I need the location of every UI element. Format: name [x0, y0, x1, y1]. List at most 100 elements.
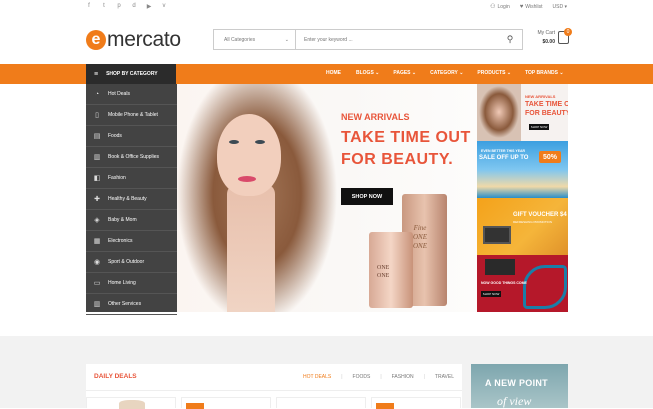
tab-hot-deals[interactable]: HOT DEALS: [303, 374, 331, 380]
sidebar-item-label: Book & Office Supplies: [108, 154, 160, 160]
currency-select[interactable]: USD ▾: [553, 4, 567, 10]
sidebar-item-other-services[interactable]: ▥ Other Services: [86, 294, 177, 315]
sidebar-item-hot-deals[interactable]: ◔ Hot Deals: [86, 84, 177, 105]
promo-headline: A NEW POINT: [485, 378, 548, 388]
deal-card[interactable]: [181, 397, 271, 409]
side-ad-headline: TAKE TIME OUT FOR BEAUTY.: [525, 101, 568, 117]
nav-item-label: PAGES: [393, 70, 411, 76]
logo[interactable]: e mercato: [86, 28, 181, 52]
chevron-down-icon: ⌄: [459, 70, 464, 76]
side-ad-sale[interactable]: EVEN BETTER THIS YEAR SALE OFF UP TO 50%: [477, 141, 568, 198]
promo-banner[interactable]: A NEW POINT of view: [471, 364, 568, 408]
side-ad-shoes[interactable]: NOW GOOD THINGS COME SHOP NOW: [477, 255, 568, 312]
tab-foods[interactable]: FOODS: [353, 374, 371, 380]
sidebar-item-label: Sport & Outdoor: [108, 259, 145, 265]
chevron-down-icon: ⌄: [375, 70, 380, 76]
hero-model-face: [217, 114, 281, 196]
nav-item-label: BLOGS: [356, 70, 374, 76]
nav-item-top-brands[interactable]: TOP BRANDS ⌄: [525, 70, 563, 76]
sidebar-item-books[interactable]: ▥ Book & Office Supplies: [86, 147, 177, 168]
sidebar-item-label: Baby & Mom: [108, 217, 137, 223]
chevron-down-icon: ⌄: [506, 70, 512, 76]
sidebar-item-electronics[interactable]: ▦ Electronics: [86, 231, 177, 252]
tag-icon: ◔: [94, 90, 100, 98]
search-button[interactable]: ⚲: [498, 30, 522, 49]
heart-icon: ♥: [519, 3, 524, 10]
twitter-icon[interactable]: t: [101, 3, 107, 10]
hero-shop-now-button[interactable]: SHOP NOW: [341, 188, 393, 205]
side-ad-headline: SALE OFF UP TO: [479, 155, 529, 161]
daily-deals-title: DAILY DEALS: [94, 373, 137, 380]
youtube-icon[interactable]: ▶: [146, 3, 152, 10]
mobile-icon: ▯: [95, 112, 99, 119]
top-bar: f t p d ▶ v ⚇ Login ♥ Wishlist USD ▾: [0, 0, 653, 14]
chevron-down-icon: ⌄: [411, 70, 417, 76]
login-link[interactable]: ⚇ Login: [490, 3, 510, 10]
side-ad-box-image: [485, 259, 515, 275]
facebook-icon[interactable]: f: [86, 3, 92, 10]
health-icon: ✚: [94, 196, 100, 203]
nav-item-label: CATEGORY: [430, 70, 458, 76]
fashion-icon: ◧: [93, 175, 101, 182]
wishlist-label: Wishlist: [525, 3, 543, 10]
sidebar-item-foods[interactable]: ▤ Foods: [86, 126, 177, 147]
nav-item-category[interactable]: CATEGORY ⌄: [430, 70, 463, 76]
sidebar-item-sport[interactable]: ◉ Sport & Outdoor: [86, 252, 177, 273]
cart-label: My Cart: [537, 30, 556, 36]
category-select-label: All Categories: [224, 36, 256, 43]
side-ad-beauty[interactable]: NEW ARRIVALS TAKE TIME OUT FOR BEAUTY. S…: [477, 84, 568, 141]
pinterest-icon[interactable]: p: [116, 3, 122, 10]
cart[interactable]: My Cart $0.00 0: [527, 28, 572, 52]
nav-item-pages[interactable]: PAGES ⌄: [393, 70, 416, 76]
deal-badge: [186, 403, 204, 409]
search-input[interactable]: [296, 30, 498, 49]
hero-model-eye: [255, 140, 265, 144]
side-ad-computer-image: [483, 226, 511, 244]
chevron-down-icon: ⌄: [284, 36, 289, 43]
tab-separator: |: [341, 374, 343, 380]
side-ad-discount: 50%: [539, 151, 561, 163]
sidebar-item-label: Mobile Phone & Tablet: [108, 112, 158, 118]
vimeo-icon[interactable]: v: [161, 3, 167, 10]
tab-fashion[interactable]: FASHION: [392, 374, 414, 380]
category-sidebar: ◔ Hot Deals ▯ Mobile Phone & Tablet ▤ Foods…: [86, 84, 177, 315]
login-label: Login: [497, 4, 510, 10]
deal-card[interactable]: [371, 397, 461, 409]
tab-travel[interactable]: TRAVEL: [435, 374, 454, 380]
side-ad-headline: NOW GOOD THINGS COME: [481, 281, 527, 285]
side-ad-button[interactable]: SHOP NOW: [529, 124, 549, 130]
dribbble-icon[interactable]: d: [131, 3, 137, 10]
sidebar-item-mobile[interactable]: ▯ Mobile Phone & Tablet: [86, 105, 177, 126]
side-ad-headline: GIFT VOUCHER $4: [513, 212, 567, 218]
hero-banner[interactable]: NEW ARRIVALS TAKE TIME OUT FOR BEAUTY. S…: [177, 84, 477, 312]
nav-item-blogs[interactable]: BLOGS ⌄: [356, 70, 379, 76]
sidebar-item-home-living[interactable]: ▭ Home Living: [86, 273, 177, 294]
cart-amount: $0.00: [542, 39, 555, 45]
nav-item-home[interactable]: HOME: [326, 70, 341, 76]
chevron-down-icon: ⌄: [559, 70, 564, 76]
shop-by-category-button[interactable]: ≡ SHOP BY CATEGORY: [86, 64, 176, 84]
tab-separator: |: [423, 374, 425, 380]
category-select[interactable]: All Categories ⌄: [214, 30, 296, 49]
promo-subtitle: of view: [497, 394, 532, 408]
nav-item-products[interactable]: PRODUCTS ⌄: [477, 70, 511, 76]
sidebar-item-fashion[interactable]: ◧ Fashion: [86, 168, 177, 189]
side-ad-button[interactable]: SHOP NOW: [481, 291, 501, 297]
sidebar-item-health[interactable]: ✚ Healthy & Beauty: [86, 189, 177, 210]
nav-item-label: TOP BRANDS: [525, 70, 558, 76]
search-bar: All Categories ⌄ ⚲: [213, 29, 523, 50]
side-ad-kicker: EVEN BETTER THIS YEAR: [481, 149, 526, 153]
book-icon: ▥: [93, 154, 101, 161]
nav-item-label: PRODUCTS: [477, 70, 506, 76]
deal-card[interactable]: [276, 397, 366, 408]
sidebar-item-label: Home Living: [108, 280, 136, 286]
wishlist-link[interactable]: ♥ Wishlist: [520, 4, 543, 10]
home-icon: ▭: [93, 280, 101, 287]
tab-separator: |: [380, 374, 382, 380]
sidebar-item-baby[interactable]: ◈ Baby & Mom: [86, 210, 177, 231]
deal-badge: [376, 403, 394, 409]
sidebar-item-label: Fashion: [108, 175, 126, 181]
side-ad-voucher[interactable]: GIFT VOUCHER $4 REFRESHING PROMOTION: [477, 198, 568, 255]
deal-card[interactable]: [86, 397, 176, 409]
hero-model-eye: [229, 140, 239, 144]
